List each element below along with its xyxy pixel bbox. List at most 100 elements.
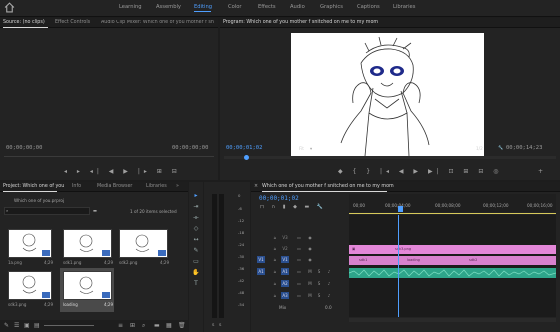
workspace-tab-graphics[interactable]: Graphics	[320, 4, 343, 10]
selection-tool-icon[interactable]: ▸	[192, 192, 200, 200]
mute-button[interactable]: M	[306, 292, 314, 299]
playhead-line[interactable]	[398, 215, 399, 317]
microphone-icon[interactable]: ♪	[325, 268, 333, 275]
source-patch-a1[interactable]: A1	[257, 268, 265, 275]
mute-button[interactable]: M	[306, 268, 314, 275]
microphone-icon[interactable]: ♪	[325, 292, 333, 299]
sync-lock-icon[interactable]: ▭	[295, 292, 303, 299]
tab-media-browser[interactable]: Media Browser	[97, 184, 132, 189]
automate-icon[interactable]: ⊞	[130, 322, 135, 329]
source-timecode-left[interactable]: 00;00;00;00	[6, 145, 42, 151]
lock-icon[interactable]: ⌂	[271, 245, 279, 252]
clip-v2[interactable]: ▣ sdk3.png	[349, 245, 556, 254]
work-area-bar[interactable]	[349, 213, 556, 214]
search-input[interactable]	[4, 207, 90, 215]
home-icon[interactable]	[4, 2, 15, 13]
pen-tool-icon[interactable]: ✎	[192, 247, 200, 255]
source-scrub-bar[interactable]	[4, 156, 214, 157]
mix-value[interactable]: 0.0	[325, 305, 332, 310]
eye-icon[interactable]: ◉	[306, 245, 314, 252]
thumbnail-sdk2[interactable]	[119, 229, 168, 258]
mute-button[interactable]: M	[306, 280, 314, 287]
more-tabs-icon[interactable]: »	[176, 184, 179, 189]
eye-icon[interactable]: ◉	[306, 234, 314, 241]
tab-info[interactable]: Info	[72, 184, 81, 189]
source-transport-controls[interactable]: ◂ ▸ ◂| ◀ ▶ |▸ ⊞ ⊟	[64, 168, 181, 175]
clip-v1[interactable]: sdk1 loading sdk2	[349, 256, 556, 265]
chevron-down-icon[interactable]: ▾	[310, 146, 312, 151]
sync-lock-icon[interactable]: ▭	[295, 245, 303, 252]
time-ruler[interactable]: 00;00 00;00;04;00 00;00;08;00 00;00;12;0…	[349, 194, 556, 212]
lock-icon[interactable]: ⌂	[271, 256, 279, 263]
new-bin-icon[interactable]: ▬	[93, 208, 97, 213]
workspace-tab-audio[interactable]: Audio	[290, 4, 305, 10]
workspace-tab-effects[interactable]: Effects	[258, 4, 276, 10]
workspace-tab-editing[interactable]: Editing	[194, 4, 212, 10]
freeform-view-icon[interactable]: ▤	[34, 322, 40, 329]
playhead-handle[interactable]	[398, 206, 403, 212]
type-tool-icon[interactable]: T	[192, 280, 200, 288]
hand-tool-icon[interactable]: ✋	[192, 269, 200, 277]
tab-sequence[interactable]: Which one of you mother f snitched on me…	[262, 184, 394, 189]
thumbnail-loading[interactable]	[63, 271, 112, 300]
lock-icon[interactable]: ⌂	[271, 234, 279, 241]
workspace-tab-assembly[interactable]: Assembly	[156, 4, 181, 10]
tab-project[interactable]: Project: Which one of you	[3, 184, 64, 189]
lock-icon[interactable]: ⌂	[271, 292, 279, 299]
track-area[interactable]: ▣ sdk3.png sdk1 loading sdk2	[349, 215, 556, 317]
add-button-icon[interactable]: +	[538, 168, 543, 175]
program-timecode[interactable]: 00;00;01;02	[226, 145, 262, 151]
sync-lock-icon[interactable]: ▭	[295, 234, 303, 241]
timeline-timecode[interactable]: 00;00;01;02	[259, 195, 299, 202]
tab-libraries[interactable]: Libraries	[146, 184, 167, 189]
program-transport-controls[interactable]: ◆ { } |◂ ◀ ▶ ▶| ⊡ ⊞ ⊟ ◎	[338, 168, 503, 175]
sort-icon[interactable]: ≡	[118, 322, 123, 329]
sync-lock-icon[interactable]: ▭	[295, 268, 303, 275]
pen-icon[interactable]: ✎	[4, 322, 9, 329]
workspace-tab-learning[interactable]: Learning	[119, 4, 142, 10]
zoom-fit-dropdown[interactable]: Fit	[299, 146, 304, 151]
eye-icon[interactable]: ◉	[306, 256, 314, 263]
thumbnail-sdk1[interactable]	[63, 229, 112, 258]
program-video-frame[interactable]	[291, 33, 484, 156]
solo-button[interactable]: S	[315, 268, 323, 275]
wrench-icon[interactable]: 🔧	[498, 145, 503, 151]
sync-lock-icon[interactable]: ▭	[295, 256, 303, 263]
ripple-edit-tool-icon[interactable]: ⟛	[192, 214, 200, 222]
microphone-icon[interactable]: ♪	[325, 280, 333, 287]
program-scrub-bar[interactable]	[224, 156, 556, 159]
workspace-tab-color[interactable]: Color	[228, 4, 242, 10]
workspace-tab-captions[interactable]: Captions	[357, 4, 380, 10]
razor-tool-icon[interactable]: ◇	[192, 225, 200, 233]
timeline-scrollbar[interactable]	[349, 318, 556, 322]
new-bin-icon[interactable]: ▬	[154, 322, 160, 329]
tab-audio-clip-mixer[interactable]: Audio Clip Mixer: Which one of you mothe…	[101, 20, 216, 25]
solo-button[interactable]: S	[315, 280, 323, 287]
thumbnail-sdk3[interactable]	[8, 271, 52, 300]
close-icon[interactable]: ×	[254, 184, 258, 189]
tab-source[interactable]: Source: (no clips)	[3, 20, 45, 25]
zoom-slider[interactable]	[44, 325, 94, 326]
trash-icon[interactable]: 🗑	[178, 322, 186, 329]
slip-tool-icon[interactable]: ↔	[192, 236, 200, 244]
sync-lock-icon[interactable]: ▭	[295, 280, 303, 287]
solo-left-button[interactable]: S	[212, 322, 214, 327]
playhead-marker[interactable]	[244, 155, 249, 160]
icon-view-icon[interactable]: ▣	[24, 322, 30, 329]
source-patch-v1[interactable]: V1	[257, 256, 265, 263]
solo-button[interactable]: S	[315, 292, 323, 299]
find-icon[interactable]: ⌕	[142, 322, 145, 330]
rectangle-tool-icon[interactable]: ▭	[192, 258, 200, 266]
lock-icon[interactable]: ⌂	[271, 268, 279, 275]
resolution-dropdown[interactable]: 1/2	[476, 146, 483, 151]
timeline-toolbar[interactable]: ⊓ ∩ ▮ ◆ ▬ 🔧	[260, 204, 326, 210]
workspace-tab-libraries[interactable]: Libraries	[393, 4, 415, 10]
list-view-icon[interactable]: ☰	[14, 322, 19, 329]
new-item-icon[interactable]: ▦	[166, 322, 172, 329]
clip-a1[interactable]	[349, 268, 556, 278]
tab-effect-controls[interactable]: Effect Controls	[55, 20, 90, 25]
solo-right-button[interactable]: S	[219, 322, 221, 327]
tab-program[interactable]: Program: Which one of you mother f snitc…	[223, 20, 378, 25]
track-select-tool-icon[interactable]: ⇥	[192, 203, 200, 211]
thumbnail-1a[interactable]	[8, 229, 52, 258]
